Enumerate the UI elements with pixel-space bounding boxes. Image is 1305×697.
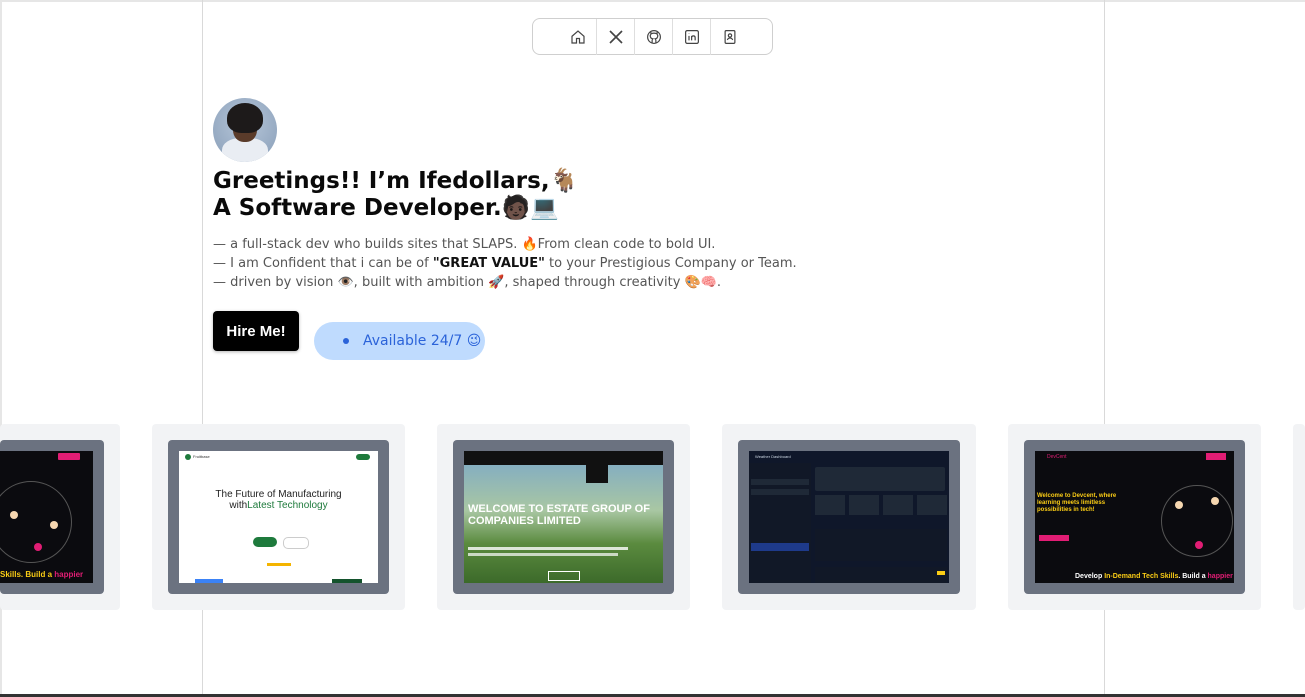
- project-card[interactable]: [1293, 424, 1305, 610]
- project-title: Welcome to Devcent, where learning meets…: [1037, 493, 1117, 513]
- project-brand: Weather Dashboard: [755, 454, 791, 459]
- nav-github[interactable]: [635, 18, 673, 55]
- nav-linkedin[interactable]: [673, 18, 711, 55]
- project-screenshot: Skills. Build a happier: [0, 440, 104, 594]
- bio-line-1: — a full-stack dev who builds sites that…: [213, 237, 716, 252]
- bio: — a full-stack dev who builds sites that…: [213, 235, 797, 292]
- contact-card-icon: [724, 29, 736, 44]
- project-brand: Fruitbase: [193, 454, 210, 459]
- home-icon: [570, 29, 585, 44]
- x-logo-icon: [608, 29, 623, 44]
- project-card[interactable]: DevCent Welcome to Devcent, where learni…: [1008, 424, 1261, 610]
- social-nav: [532, 18, 773, 55]
- project-screenshot: Fruitbase The Future of Manufacturing wi…: [168, 440, 389, 594]
- nav-home[interactable]: [559, 18, 597, 55]
- availability-badge: Available 24/7 😉: [314, 322, 485, 360]
- project-tagline: Develop In-Demand Tech Skills. Build a h…: [1075, 573, 1233, 580]
- project-title: The Future of Manufacturing withLatest T…: [215, 489, 342, 511]
- headline-line-1: Greetings!! I’m Ifedollars,🐐: [213, 168, 579, 194]
- bio-line-2-emphasis: "GREAT VALUE": [432, 256, 545, 271]
- bio-line-3: — driven by vision 👁️, built with ambiti…: [213, 275, 722, 290]
- linkedin-icon: [684, 29, 699, 44]
- project-title: WELCOME TO ESTATE GROUP OF COMPANIES LIM…: [468, 503, 650, 527]
- window-top-border: [0, 0, 1305, 2]
- page-title: Greetings!! I’m Ifedollars,🐐 A Software …: [213, 168, 578, 222]
- nav-x[interactable]: [597, 18, 635, 55]
- project-card[interactable]: Skills. Build a happier: [0, 424, 120, 610]
- bio-line-2: — I am Confident that i can be of "GREAT…: [213, 254, 797, 273]
- hire-me-button[interactable]: Hire Me!: [213, 311, 299, 351]
- project-card[interactable]: WELCOME TO ESTATE GROUP OF COMPANIES LIM…: [437, 424, 690, 610]
- project-card[interactable]: Weather Dashboard: [722, 424, 976, 610]
- headline-line-2: A Software Developer.🧑🏿💻: [213, 195, 559, 221]
- availability-label: Available 24/7 😉: [363, 333, 482, 349]
- github-icon: [646, 29, 661, 44]
- project-screenshot: Weather Dashboard: [738, 440, 960, 594]
- project-screenshot: WELCOME TO ESTATE GROUP OF COMPANIES LIM…: [453, 440, 674, 594]
- bio-line-2-start: — I am Confident that i can be of: [213, 256, 433, 271]
- project-tagline: Skills. Build a happier: [0, 570, 84, 579]
- project-brand: DevCent: [1047, 454, 1067, 460]
- avatar: [213, 98, 277, 162]
- status-dot-icon: [343, 338, 349, 344]
- project-screenshot: DevCent Welcome to Devcent, where learni…: [1024, 440, 1245, 594]
- nav-contact[interactable]: [711, 19, 749, 55]
- project-card[interactable]: Fruitbase The Future of Manufacturing wi…: [152, 424, 405, 610]
- bio-line-2-end: to your Prestigious Company or Team.: [544, 256, 797, 271]
